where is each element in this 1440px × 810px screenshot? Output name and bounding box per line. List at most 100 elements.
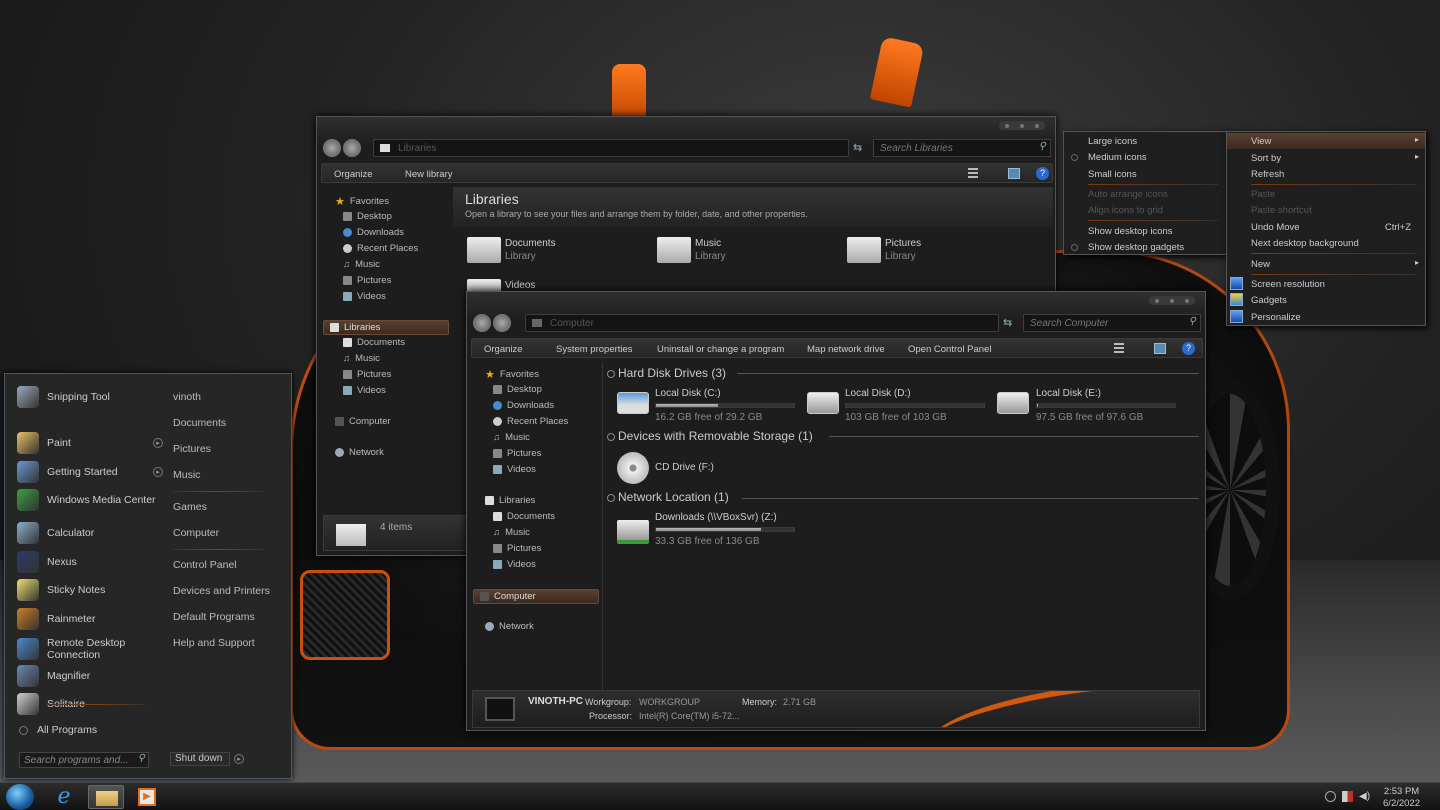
drive-c[interactable]: Local Disk (C:) xyxy=(655,388,721,399)
nav-computer[interactable]: Computer xyxy=(335,416,391,427)
documents-library-icon[interactable] xyxy=(467,237,501,263)
organize-button[interactable]: Organize xyxy=(334,169,373,180)
menu-medium-icons[interactable]: Medium icons xyxy=(1064,149,1226,165)
back-button[interactable] xyxy=(323,139,341,157)
nav-music[interactable]: ♫ Music xyxy=(343,259,380,270)
start-program-item[interactable]: Calculator xyxy=(17,522,167,544)
menu-show-desktop-gadgets[interactable]: Show desktop gadgets xyxy=(1064,239,1226,255)
menu-paste-shortcut[interactable]: Paste shortcut xyxy=(1227,202,1425,218)
nav-pictures[interactable]: Pictures xyxy=(493,448,541,459)
start-orb-icon[interactable] xyxy=(6,784,34,810)
menu-auto-arrange[interactable]: Auto arrange icons xyxy=(1064,186,1226,202)
flag-icon[interactable] xyxy=(1342,791,1353,802)
file-explorer-icon[interactable] xyxy=(88,785,124,809)
refresh-icon[interactable]: ⇆ xyxy=(853,141,862,154)
library-documents[interactable]: Documents Library xyxy=(505,238,556,262)
menu-gadgets[interactable]: Gadgets xyxy=(1227,292,1425,308)
nav-lib-pictures[interactable]: Pictures xyxy=(493,543,541,554)
start-program-item[interactable]: Windows Media Center xyxy=(17,489,167,511)
forward-button[interactable] xyxy=(493,314,511,332)
nav-recent-places[interactable]: Recent Places xyxy=(493,416,568,427)
nav-lib-videos[interactable]: Videos xyxy=(493,559,536,570)
forward-button[interactable] xyxy=(343,139,361,157)
media-player-icon[interactable]: ▶ xyxy=(130,785,166,809)
cd-drive-icon[interactable] xyxy=(617,452,649,484)
nav-music[interactable]: ♫ Music xyxy=(493,432,530,443)
preview-pane-icon[interactable] xyxy=(1008,168,1020,179)
nav-lib-documents[interactable]: Documents xyxy=(493,511,555,522)
window-caption-buttons[interactable] xyxy=(999,121,1045,130)
nav-recent-places[interactable]: Recent Places xyxy=(343,243,418,254)
internet-explorer-icon[interactable]: e xyxy=(46,785,82,809)
menu-personalize[interactable]: Personalize xyxy=(1227,309,1425,325)
help-icon[interactable]: ? xyxy=(1182,342,1195,355)
start-games[interactable]: Games xyxy=(173,501,207,513)
network-drive[interactable]: Downloads (\\VBoxSvr) (Z:) xyxy=(655,512,777,523)
drive-d[interactable]: Local Disk (D:) xyxy=(845,388,911,399)
expand-icon[interactable] xyxy=(607,433,615,441)
start-music[interactable]: Music xyxy=(173,469,200,481)
start-default-programs[interactable]: Default Programs xyxy=(173,611,255,623)
nav-lib-music[interactable]: ♫ Music xyxy=(493,527,530,538)
nav-downloads[interactable]: Downloads xyxy=(343,227,404,238)
nav-lib-pictures[interactable]: Pictures xyxy=(343,369,391,380)
all-programs[interactable]: All Programs xyxy=(37,724,97,736)
nav-lib-documents[interactable]: Documents xyxy=(343,337,405,348)
nav-favorites[interactable]: ★ Favorites xyxy=(335,195,389,208)
expand-icon[interactable] xyxy=(607,370,615,378)
volume-icon[interactable]: ◀) xyxy=(1359,791,1370,802)
uninstall-program-button[interactable]: Uninstall or change a program xyxy=(657,344,784,355)
open-control-panel-button[interactable]: Open Control Panel xyxy=(908,344,991,355)
jump-list-arrow-icon[interactable]: ▸ xyxy=(153,438,163,448)
nav-libraries[interactable]: Libraries xyxy=(323,320,449,335)
menu-small-icons[interactable]: Small icons xyxy=(1064,166,1226,182)
drive-icon[interactable] xyxy=(997,392,1029,414)
cd-drive[interactable]: CD Drive (F:) xyxy=(655,462,714,473)
address-bar[interactable]: Libraries xyxy=(373,139,849,157)
nav-desktop[interactable]: Desktop xyxy=(343,211,392,222)
nav-favorites[interactable]: ★ Favorites xyxy=(485,368,539,381)
address-bar[interactable]: Computer xyxy=(525,314,999,332)
drive-icon[interactable] xyxy=(807,392,839,414)
library-pictures[interactable]: Pictures Library xyxy=(885,238,921,262)
map-network-drive-button[interactable]: Map network drive xyxy=(807,344,885,355)
new-library-button[interactable]: New library xyxy=(405,169,453,180)
search-input[interactable]: Search Computer ⚲ xyxy=(1023,314,1201,332)
view-options-icon[interactable] xyxy=(1114,343,1124,353)
music-library-icon[interactable] xyxy=(657,237,691,263)
start-program-item[interactable]: Rainmeter xyxy=(17,608,167,630)
start-program-item[interactable]: Remote Desktop Connection xyxy=(17,637,167,661)
start-user[interactable]: vinoth xyxy=(173,391,201,403)
start-control-panel[interactable]: Control Panel xyxy=(173,559,237,571)
start-program-item[interactable]: Snipping Tool xyxy=(17,386,167,408)
back-button[interactable] xyxy=(473,314,491,332)
start-documents[interactable]: Documents xyxy=(173,417,226,429)
menu-show-desktop-icons[interactable]: Show desktop icons xyxy=(1064,223,1226,239)
menu-screen-resolution[interactable]: Screen resolution xyxy=(1227,276,1425,292)
start-pictures[interactable]: Pictures xyxy=(173,443,211,455)
organize-button[interactable]: Organize xyxy=(484,344,523,355)
library-videos[interactable]: Videos xyxy=(505,280,535,291)
search-input[interactable]: Search Libraries ⚲ xyxy=(873,139,1051,157)
group-hard-disk[interactable]: Hard Disk Drives (3) xyxy=(618,366,726,380)
menu-refresh[interactable]: Refresh xyxy=(1227,166,1425,182)
drive-e[interactable]: Local Disk (E:) xyxy=(1036,388,1101,399)
nav-libraries[interactable]: Libraries xyxy=(485,495,535,506)
library-music[interactable]: Music Library xyxy=(695,238,726,262)
start-program-item[interactable]: Magnifier xyxy=(17,665,167,687)
nav-desktop[interactable]: Desktop xyxy=(493,384,542,395)
expand-icon[interactable] xyxy=(607,494,615,502)
menu-next-background[interactable]: Next desktop background xyxy=(1227,235,1425,251)
start-computer[interactable]: Computer xyxy=(173,527,219,539)
group-removable[interactable]: Devices with Removable Storage (1) xyxy=(618,429,813,443)
start-devices-printers[interactable]: Devices and Printers xyxy=(173,585,270,597)
shutdown-button[interactable]: Shut down xyxy=(170,752,230,766)
jump-list-arrow-icon[interactable]: ▸ xyxy=(153,467,163,477)
start-program-item[interactable]: Nexus xyxy=(17,551,167,573)
preview-pane-icon[interactable] xyxy=(1154,343,1166,354)
windows-drive-icon[interactable] xyxy=(617,392,649,414)
nav-network[interactable]: Network xyxy=(335,447,384,458)
menu-large-icons[interactable]: Large icons xyxy=(1064,133,1226,149)
nav-network[interactable]: Network xyxy=(485,621,534,632)
pictures-library-icon[interactable] xyxy=(847,237,881,263)
